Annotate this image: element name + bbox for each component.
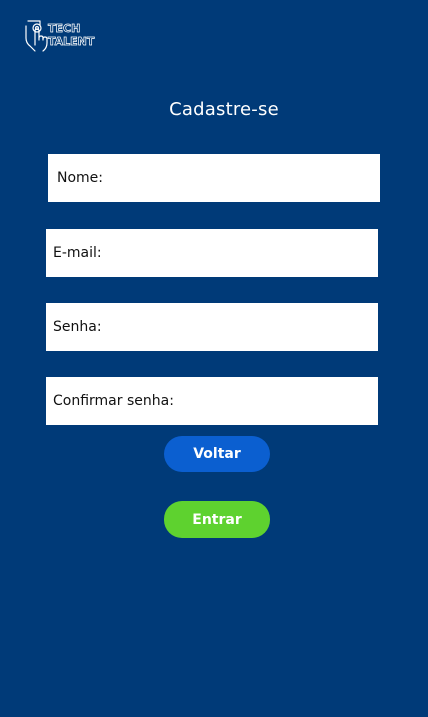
email-input[interactable] (101, 229, 378, 277)
hand-touch-icon: TECH TALENT (25, 20, 95, 52)
page-title: Cadastre-se (169, 99, 279, 120)
back-button[interactable]: Voltar (164, 436, 270, 472)
email-field[interactable]: E-mail: (46, 229, 378, 277)
confirm-password-input[interactable] (173, 377, 378, 425)
password-input[interactable] (101, 303, 378, 351)
password-field[interactable]: Senha: (46, 303, 378, 351)
email-label: E-mail: (53, 245, 102, 261)
name-input[interactable] (103, 154, 380, 202)
name-label: Nome: (57, 170, 104, 186)
logo-line2: TALENT (48, 35, 95, 48)
tech-talent-logo: TECH TALENT (24, 18, 104, 54)
password-label: Senha: (53, 319, 102, 335)
enter-button[interactable]: Entrar (164, 501, 270, 538)
confirm-password-field[interactable]: Confirmar senha: (46, 377, 378, 425)
name-field[interactable]: Nome: (48, 154, 380, 202)
logo-line1: TECH (48, 22, 80, 35)
confirm-password-label: Confirmar senha: (53, 393, 174, 409)
